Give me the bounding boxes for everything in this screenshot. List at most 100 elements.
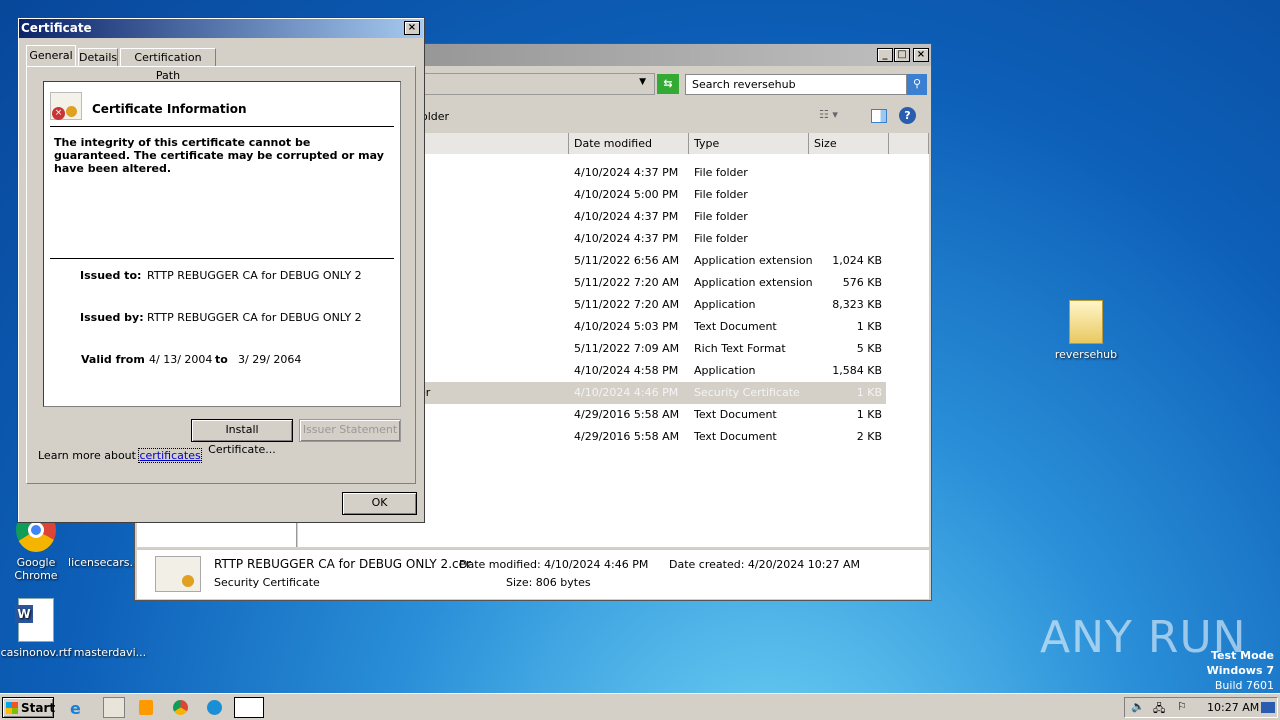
details-filetype: Security Certificate [214, 576, 320, 589]
maximize-button[interactable]: □ [894, 48, 910, 62]
valid-to-label: to [215, 353, 228, 366]
minimize-button[interactable]: _ [877, 48, 893, 62]
valid-from-value: 4/ 13/ 2004 [149, 353, 213, 366]
file-type: Security Certificate [694, 386, 800, 399]
file-size: 8,323 KB [832, 298, 882, 311]
divider [50, 126, 394, 127]
certificate-info-heading: Certificate Information [92, 102, 247, 116]
help-icon[interactable]: ? [899, 107, 916, 124]
taskbar: Start e 🔈 🖧 ⚐ 10:27 AM [0, 693, 1280, 720]
file-type: File folder [694, 166, 748, 179]
certificate-error-icon: × [50, 92, 82, 120]
file-date: 4/29/2016 5:58 AM [574, 408, 680, 421]
file-size: 1,584 KB [832, 364, 882, 377]
test-mode-text: Test Mode Windows 7 Build 7601 [1206, 649, 1274, 692]
file-size: 1 KB [856, 408, 882, 421]
file-type: Application extension [694, 254, 813, 267]
tab-details[interactable]: Details [78, 48, 118, 67]
column-header-date[interactable]: Date modified [569, 133, 689, 154]
issued-to-value: RTTP REBUGGER CA for DEBUG ONLY 2 [147, 269, 362, 282]
preview-pane-icon[interactable] [871, 109, 887, 123]
file-type: File folder [694, 210, 748, 223]
divider [50, 258, 394, 259]
issued-to-label: Issued to: [80, 269, 142, 282]
file-date: 5/11/2022 6:56 AM [574, 254, 680, 267]
view-options-icon[interactable]: ☷ ▾ [819, 108, 838, 121]
explorer-taskbar-icon[interactable] [103, 697, 125, 718]
learn-more-text: Learn more about [38, 449, 140, 462]
chevron-down-icon[interactable]: ▼ [639, 77, 646, 87]
network-icon[interactable]: 🖧 [1153, 700, 1165, 719]
show-desktop-icon[interactable] [1261, 702, 1275, 713]
start-label: Start [21, 701, 56, 715]
file-date: 4/10/2024 4:37 PM [574, 210, 679, 223]
refresh-icon[interactable]: ⇆ [657, 74, 679, 94]
dialog-titlebar: Certificate [19, 19, 423, 38]
file-type: Rich Text Format [694, 342, 786, 355]
file-type: Text Document [694, 430, 777, 443]
file-size: 1,024 KB [832, 254, 882, 267]
file-size: 5 KB [856, 342, 882, 355]
file-type: File folder [694, 232, 748, 245]
folder-icon [1069, 300, 1103, 344]
system-tray: 🔈 🖧 ⚐ 10:27 AM [1124, 697, 1278, 718]
file-size: 576 KB [842, 276, 882, 289]
desktop-icon-masterdavi[interactable]: masterdavi... [70, 598, 150, 659]
integrity-warning: The integrity of this certificate cannot… [54, 136, 384, 175]
valid-to-value: 3/ 29/ 2064 [238, 353, 302, 366]
column-header-blank [889, 133, 929, 154]
close-button[interactable]: × [913, 48, 929, 62]
action-center-flag-icon[interactable]: ⚐ [1177, 700, 1187, 713]
desktop-icon-reversehub[interactable]: reversehub [1046, 300, 1126, 361]
file-type: File folder [694, 188, 748, 201]
volume-icon[interactable]: 🔈 [1131, 700, 1145, 713]
windows-logo-icon [6, 702, 18, 714]
file-date: 5/11/2022 7:20 AM [574, 276, 680, 289]
file-type: Text Document [694, 320, 777, 333]
file-date: 4/10/2024 5:00 PM [574, 188, 679, 201]
column-header-type[interactable]: Type [689, 133, 809, 154]
valid-from-label: Valid from [81, 353, 145, 366]
details-filename: RTTP REBUGGER CA for DEBUG ONLY 2.cer [214, 557, 471, 571]
file-type: Application [694, 298, 756, 311]
certificate-taskbar-button[interactable] [234, 697, 264, 718]
start-button[interactable]: Start [2, 697, 56, 718]
file-size: 1 KB [856, 320, 882, 333]
issuer-statement-button[interactable]: Issuer Statement [299, 419, 401, 442]
ie-icon[interactable]: e [70, 699, 81, 718]
word-doc-icon: W [15, 598, 54, 642]
details-size: Size: 806 bytes [506, 576, 591, 589]
desktop-icon-casinonov[interactable]: W casinonov.rtf [0, 598, 76, 659]
tab-certification-path[interactable]: Certification Path [120, 48, 216, 82]
chrome-taskbar-icon[interactable] [173, 700, 188, 715]
ok-button[interactable]: OK [342, 492, 417, 515]
toolbar-new-folder[interactable]: older [421, 110, 449, 123]
file-size: 1 KB [856, 386, 882, 399]
file-date: 4/29/2016 5:58 AM [574, 430, 680, 443]
tab-panel: × Certificate Information The integrity … [26, 66, 416, 484]
file-date: 4/10/2024 5:03 PM [574, 320, 679, 333]
file-size: 2 KB [856, 430, 882, 443]
file-date: 4/10/2024 4:58 PM [574, 364, 679, 377]
certificate-dialog: Certificate × General Details Certificat… [17, 17, 425, 523]
file-date: 4/10/2024 4:37 PM [574, 166, 679, 179]
column-header-size[interactable]: Size [809, 133, 889, 154]
tab-general[interactable]: General [26, 45, 76, 67]
certificates-link[interactable]: certificates [138, 448, 202, 463]
file-date: 4/10/2024 4:37 PM [574, 232, 679, 245]
details-pane: RTTP REBUGGER CA for DEBUG ONLY 2.cer Da… [137, 549, 929, 599]
file-date: 5/11/2022 7:20 AM [574, 298, 680, 311]
install-certificate-button[interactable]: Install Certificate... [191, 419, 293, 456]
search-input[interactable]: Search reversehub [685, 74, 907, 95]
edge-icon[interactable] [207, 700, 222, 715]
file-type: Application extension [694, 276, 813, 289]
media-player-icon[interactable] [139, 700, 153, 715]
issued-by-label: Issued by: [80, 311, 144, 324]
clock[interactable]: 10:27 AM [1207, 701, 1259, 714]
file-date: 4/10/2024 4:46 PM [574, 386, 679, 399]
details-created: Date created: 4/20/2024 10:27 AM [669, 558, 861, 571]
info-box: × Certificate Information The integrity … [43, 81, 401, 407]
dialog-close-button[interactable]: × [404, 21, 420, 35]
search-icon[interactable]: ⚲ [907, 74, 927, 95]
file-type: Application [694, 364, 756, 377]
